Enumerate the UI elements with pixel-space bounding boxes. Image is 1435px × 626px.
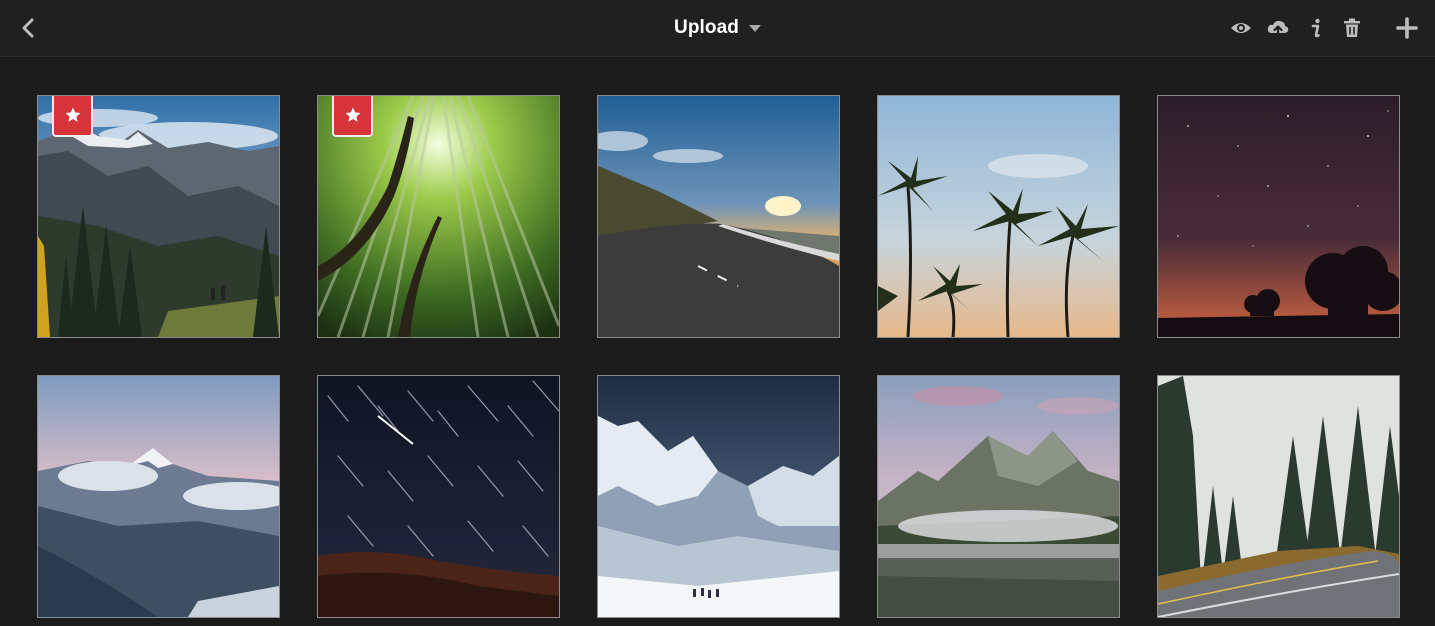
photo-tile[interactable] [37, 375, 280, 618]
top-bar: Upload [0, 0, 1435, 57]
photo-starry-night [1158, 96, 1399, 337]
photo-forest-road [1158, 376, 1399, 617]
photo-tile[interactable] [597, 375, 840, 618]
star-icon [65, 107, 80, 122]
photo-snowy-peak [38, 376, 279, 617]
photo-tile[interactable] [317, 95, 560, 338]
cloud-upload-icon[interactable] [1266, 16, 1290, 40]
photo-road-sunset [598, 96, 839, 337]
photo-mountain-lake [878, 376, 1119, 617]
photo-tile[interactable] [877, 375, 1120, 618]
photo-tile[interactable] [37, 95, 280, 338]
photo-palm-trees [878, 96, 1119, 337]
back-icon[interactable] [18, 17, 40, 39]
photo-tile[interactable] [1157, 95, 1400, 338]
photo-tile[interactable] [597, 95, 840, 338]
eye-icon[interactable] [1229, 16, 1253, 40]
plus-icon[interactable] [1395, 16, 1419, 40]
photo-star-trails [318, 376, 559, 617]
info-icon[interactable] [1304, 16, 1328, 40]
photo-tile[interactable] [1157, 375, 1400, 618]
star-icon [345, 107, 360, 122]
photo-snowy-mountains [598, 376, 839, 617]
title-area: Upload [0, 0, 1435, 56]
trash-icon[interactable] [1340, 16, 1364, 40]
photo-tile[interactable] [877, 95, 1120, 338]
dropdown-caret-icon[interactable] [749, 25, 761, 33]
favorite-badge[interactable] [52, 96, 93, 137]
page-title[interactable]: Upload [674, 17, 739, 39]
photo-grid [37, 95, 1400, 618]
photo-tile[interactable] [317, 375, 560, 618]
favorite-badge[interactable] [332, 96, 373, 137]
